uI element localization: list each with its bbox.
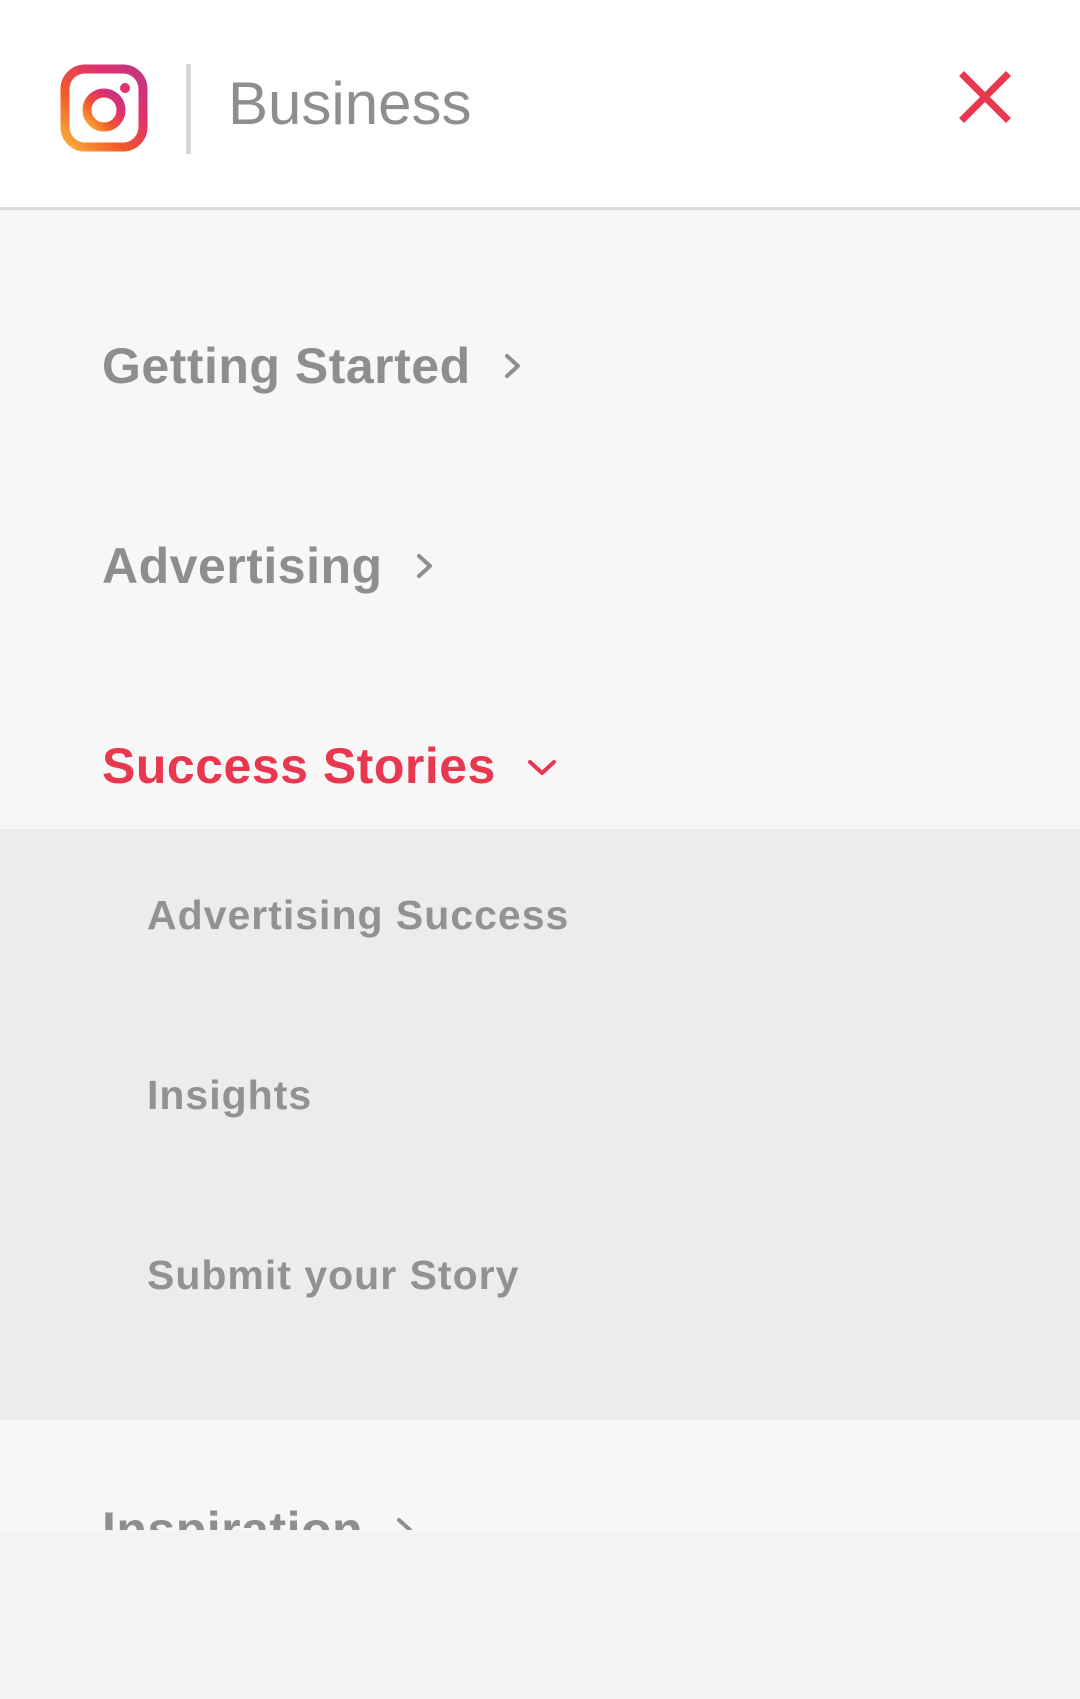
instagram-logo-icon[interactable] bbox=[60, 64, 148, 152]
chevron-down-icon bbox=[527, 760, 556, 775]
success-stories-submenu: Advertising Success Insights Submit your… bbox=[0, 829, 1080, 1420]
menu-item-getting-started[interactable]: Getting Started bbox=[102, 326, 527, 406]
drawer-header: Business bbox=[0, 0, 1080, 210]
navigation-drawer: Business Getting Started Advertising Suc… bbox=[0, 0, 1080, 1699]
menu-item-advertising[interactable]: Advertising bbox=[102, 526, 439, 606]
menu-item-label: Getting Started bbox=[102, 338, 471, 394]
page: Business Getting Started Advertising Suc… bbox=[0, 0, 1080, 1699]
chevron-right-icon bbox=[416, 554, 432, 578]
header-divider bbox=[186, 64, 191, 154]
submenu-item-submit-your-story[interactable]: Submit your Story bbox=[147, 1245, 519, 1305]
menu-item-success-stories[interactable]: Success Stories bbox=[102, 726, 560, 806]
submenu-item-label: Submit your Story bbox=[147, 1251, 520, 1298]
close-icon[interactable] bbox=[958, 70, 1012, 124]
chevron-right-icon bbox=[504, 354, 520, 378]
submenu-item-insights[interactable]: Insights bbox=[147, 1065, 312, 1125]
main-menu: Getting Started Advertising Success Stor… bbox=[0, 210, 1080, 1530]
brand-label: Business bbox=[228, 70, 472, 137]
menu-item-label: Advertising bbox=[102, 538, 383, 594]
menu-item-inspiration[interactable]: Inspiration bbox=[102, 1488, 419, 1530]
menu-item-label: Success Stories bbox=[102, 738, 496, 794]
submenu-item-label: Insights bbox=[147, 1071, 313, 1118]
chevron-right-icon bbox=[397, 1518, 413, 1530]
submenu-item-advertising-success[interactable]: Advertising Success bbox=[147, 885, 569, 945]
menu-item-label: Inspiration bbox=[102, 1502, 364, 1530]
drawer-footer-area bbox=[0, 1530, 1080, 1699]
submenu-item-label: Advertising Success bbox=[147, 891, 570, 938]
